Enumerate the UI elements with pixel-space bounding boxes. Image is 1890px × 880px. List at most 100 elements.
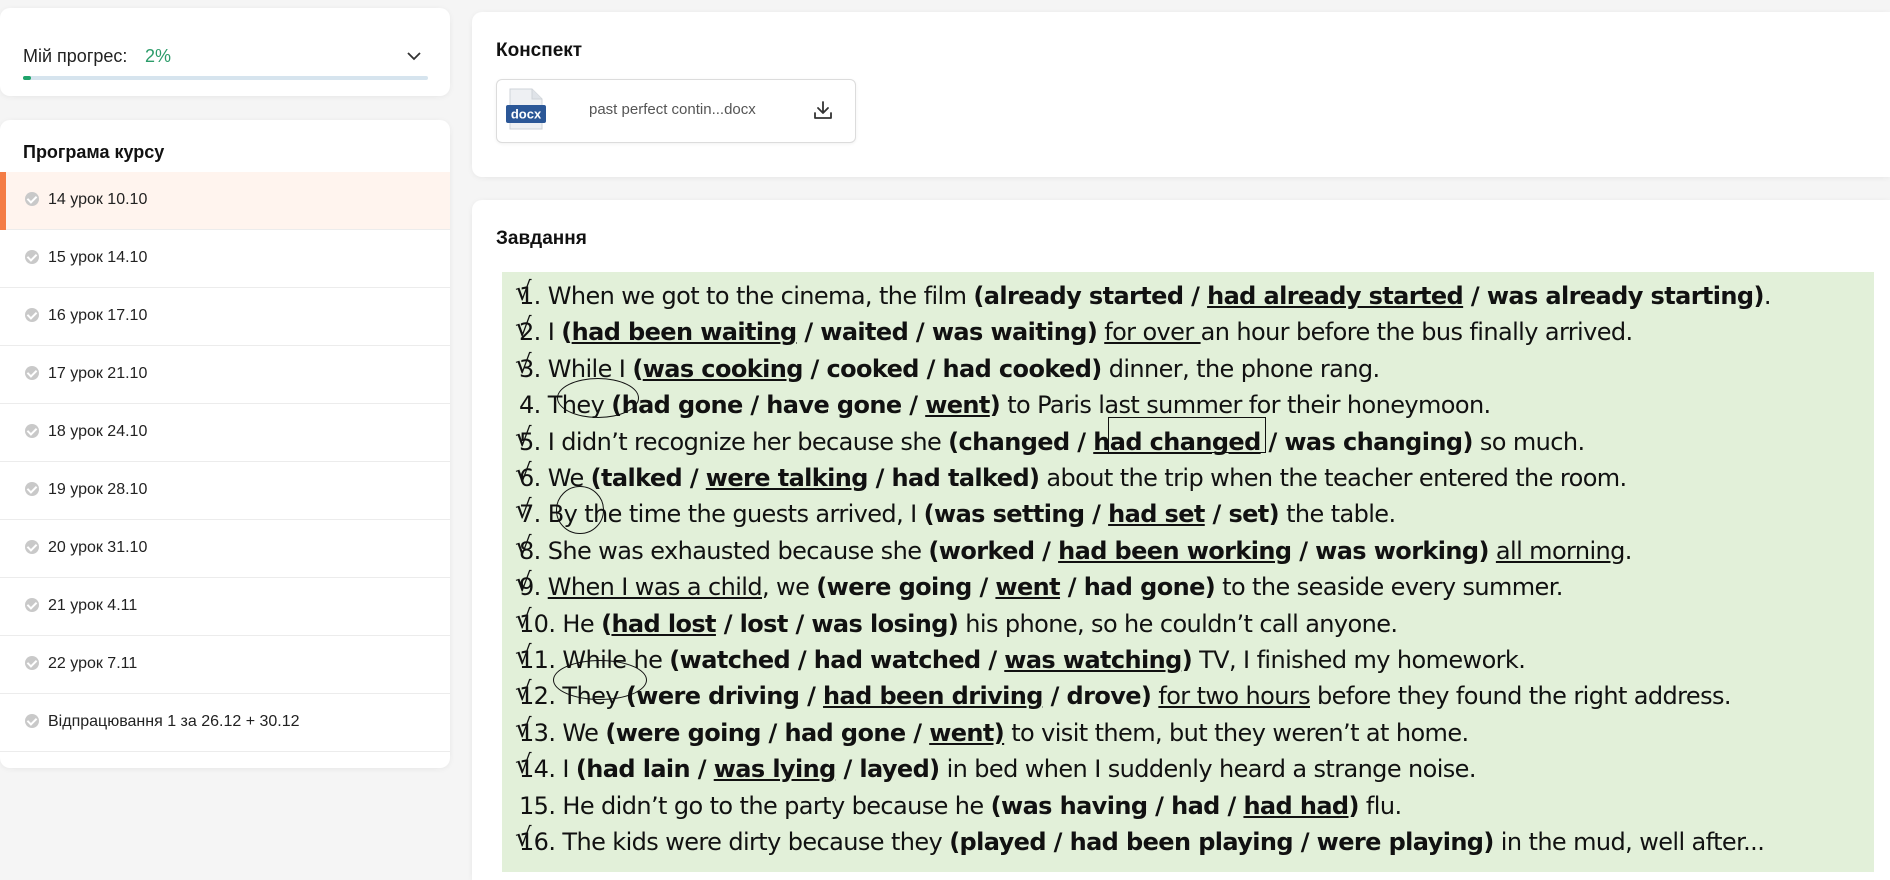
progress-bar-fill: [23, 76, 32, 80]
task-line: 3. While I (was cooking / cooked / had c…: [519, 351, 1380, 387]
lesson-item[interactable]: Відпрацювання 1 за 26.12 + 30.12: [0, 694, 450, 752]
task-text: (were going / had gone /: [605, 718, 930, 747]
task-text: (were driving /: [625, 682, 824, 711]
lesson-item[interactable]: 14 урок 10.10: [0, 172, 450, 230]
task-text: .: [1763, 282, 1772, 310]
circle-mark: [556, 486, 604, 534]
task-text: / had gone): [1060, 573, 1216, 602]
lesson-item[interactable]: 16 урок 17.10: [0, 288, 450, 346]
task-text: (had lain /: [575, 755, 714, 784]
box-mark: [1108, 417, 1266, 453]
task-text: had been driving: [823, 682, 1043, 711]
task-text: was cooking: [642, 354, 804, 383]
task-image: √ 1. When we got to the cinema, the film …: [502, 272, 1874, 872]
lesson-label: 16 урок 17.10: [48, 307, 148, 324]
file-attachment[interactable]: docx past perfect contin...docx: [496, 79, 856, 143]
progress-bar: [23, 76, 428, 80]
task-text: [1489, 537, 1496, 565]
task-text: all morning: [1495, 536, 1626, 565]
task-text: for two hours: [1158, 682, 1311, 711]
task-text: had set: [1108, 500, 1205, 529]
task-text: so much.: [1472, 427, 1585, 456]
task-text: dinner, the phone rang.: [1101, 354, 1380, 383]
task-text: / lost / was losing): [715, 609, 959, 638]
task-number: 12.: [519, 682, 556, 711]
task-text: (were going /: [816, 573, 996, 602]
lesson-item[interactable]: 18 урок 24.10: [0, 404, 450, 462]
program-title: Програма курсу: [23, 142, 165, 162]
lesson-label: 18 урок 24.10: [48, 423, 148, 440]
task-text: When I was a child: [547, 573, 763, 602]
lesson-item[interactable]: 15 урок 14.10: [0, 230, 450, 288]
task-text: ): [1181, 646, 1193, 674]
task-number: 15.: [519, 791, 556, 820]
task-number: 10.: [519, 609, 556, 638]
lesson-label: 21 урок 4.11: [48, 597, 138, 614]
lesson-label: 15 урок 14.10: [48, 249, 148, 266]
task-text: had lost: [611, 609, 716, 638]
lesson-item[interactable]: 21 урок 4.11: [0, 578, 450, 636]
check-circle-icon: [25, 366, 39, 380]
task-number: 8.: [519, 536, 541, 565]
task-text: to visit them, but they weren’t at home.: [1004, 718, 1469, 747]
lesson-item[interactable]: 19 урок 28.10: [0, 462, 450, 520]
summary-title: Конспект: [496, 40, 583, 61]
task-text: to Paris: [1000, 391, 1099, 420]
task-number: 16.: [519, 828, 556, 856]
task-number: 13.: [519, 718, 556, 747]
check-circle-icon: [25, 598, 39, 612]
task-line: 2. I (had been waiting / waited / was wa…: [519, 314, 1633, 350]
check-circle-icon: [25, 192, 39, 206]
task-text: went): [929, 718, 1005, 747]
task-text: had had: [1243, 791, 1349, 820]
lesson-label: 20 урок 31.10: [48, 539, 148, 556]
task-text: (changed /: [948, 427, 1094, 456]
chevron-down-icon[interactable]: [404, 46, 424, 66]
task-line: 8. She was exhausted because she (worked…: [519, 533, 1632, 569]
lesson-label: 17 урок 21.10: [48, 365, 148, 382]
task-number: 9.: [519, 573, 541, 602]
download-icon[interactable]: [811, 98, 835, 122]
progress-card[interactable]: Мій прогрес: 2%: [0, 8, 450, 96]
task-line: 12. They (were driving / had been drivin…: [519, 678, 1732, 714]
task-line: 13. We (were going / had gone / went) to…: [519, 715, 1469, 751]
task-text: was lying: [713, 755, 837, 784]
task-line: 16. The kids were dirty because they (pl…: [519, 824, 1765, 860]
lesson-item[interactable]: 17 урок 21.10: [0, 346, 450, 404]
task-text: / cooked / had cooked): [802, 354, 1103, 383]
task-text: (worked /: [928, 536, 1059, 565]
lesson-item[interactable]: 20 урок 31.10: [0, 520, 450, 578]
task-text: (was setting /: [923, 500, 1109, 529]
task-line: 5. I didn’t recognize her because she (c…: [519, 424, 1585, 460]
task-text: (: [601, 609, 612, 638]
check-circle-icon: [25, 424, 39, 438]
lesson-item[interactable]: 22 урок 7.11: [0, 636, 450, 694]
task-text: had already started: [1207, 282, 1464, 310]
task-text: .: [1624, 536, 1633, 565]
task-text: When we got to the cinema, the film: [547, 282, 974, 310]
file-name[interactable]: past perfect contin...docx: [589, 101, 756, 118]
task-text: an hour before the bus finally arrived.: [1200, 318, 1634, 347]
task-text: (watched / had watched /: [669, 646, 1005, 674]
task-text: TV, I finished my homework.: [1192, 646, 1526, 674]
task-number: 4.: [519, 391, 541, 420]
task-text: ): [1348, 791, 1360, 820]
task-text: had been working: [1058, 536, 1292, 565]
task-text: about the trip when the teacher entered …: [1039, 464, 1627, 492]
docx-icon-label: docx: [511, 107, 542, 122]
task-text: He: [562, 609, 602, 638]
check-circle-icon: [25, 308, 39, 322]
task-text: She was exhausted because she: [547, 536, 929, 565]
check-circle-icon: [25, 250, 39, 264]
task-line: 9. When I was a child, we (were going / …: [519, 569, 1563, 605]
task-text: The kids were dirty because they: [562, 828, 950, 856]
lesson-list: 14 урок 10.10 15 урок 14.10 16 урок 17.10 1…: [0, 172, 450, 752]
task-text: / was working): [1291, 536, 1489, 565]
task-line: 6. We (talked / were talking / had talke…: [519, 460, 1627, 496]
task-text: (already started /: [973, 282, 1208, 310]
task-text: the table.: [1279, 500, 1396, 529]
task-line: 14. I (had lain / was lying / layed) in …: [519, 751, 1476, 787]
task-text: (talked /: [590, 464, 706, 492]
task-text: in the mud, well after...: [1493, 828, 1765, 856]
lesson-label: 14 урок 10.10: [48, 191, 148, 208]
